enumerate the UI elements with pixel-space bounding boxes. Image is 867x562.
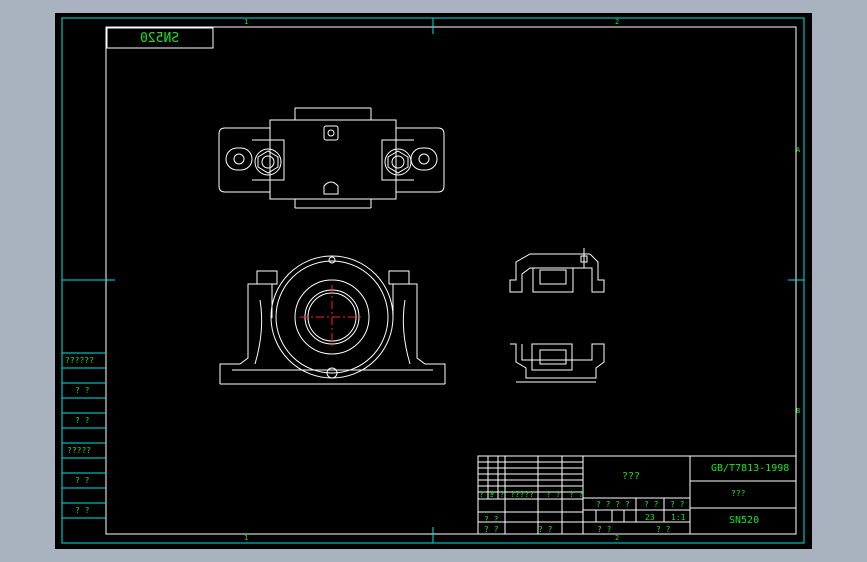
signature-row-cell: ? ? bbox=[546, 490, 561, 499]
cad-drawing-canvas[interactable] bbox=[0, 0, 867, 562]
signature-row-cell: ? ? bbox=[569, 490, 584, 499]
left-table-row: ? ? bbox=[75, 386, 90, 395]
scale-value: 1:1 bbox=[671, 513, 686, 522]
signature-row-cell: ????? bbox=[510, 490, 535, 499]
zone-label-top-1: 1 bbox=[244, 18, 249, 26]
sheet-label: ? ? bbox=[656, 525, 671, 534]
standard-number: GB/T7813-1998 bbox=[711, 463, 790, 474]
signature-row-cell: ? ? bbox=[490, 490, 505, 499]
drawing-title: ??? bbox=[622, 471, 641, 482]
zone-label-right-b: B bbox=[796, 407, 801, 415]
drawing-background bbox=[55, 13, 812, 549]
checker-label: ? ? bbox=[484, 525, 499, 534]
left-table-row: ? ? bbox=[75, 416, 90, 425]
left-table-row: ? ? bbox=[75, 476, 90, 485]
approver-label: ? ? bbox=[538, 525, 553, 534]
left-table-row: ?????? bbox=[65, 356, 94, 365]
zone-label-bottom-2: 2 bbox=[615, 534, 620, 542]
scale-header: ? ? bbox=[670, 500, 685, 509]
left-table-row: ????? bbox=[67, 446, 92, 455]
part-number: SN520 bbox=[729, 515, 760, 526]
company-name: ??? bbox=[731, 489, 746, 498]
mirrored-part-tag: SN520 bbox=[140, 31, 180, 46]
zone-label-top-2: 2 bbox=[615, 18, 620, 26]
stage-header: ? ? ? ? bbox=[596, 500, 630, 509]
sheet-label: ? ? bbox=[597, 525, 612, 534]
weight-value: 23 bbox=[645, 513, 655, 522]
left-table-row: ? ? bbox=[75, 506, 90, 515]
zone-label-bottom-1: 1 bbox=[244, 534, 249, 542]
zone-label-right-a: A bbox=[796, 146, 801, 154]
designer-label: ? ? bbox=[484, 515, 499, 524]
weight-header: ? ? bbox=[644, 500, 659, 509]
